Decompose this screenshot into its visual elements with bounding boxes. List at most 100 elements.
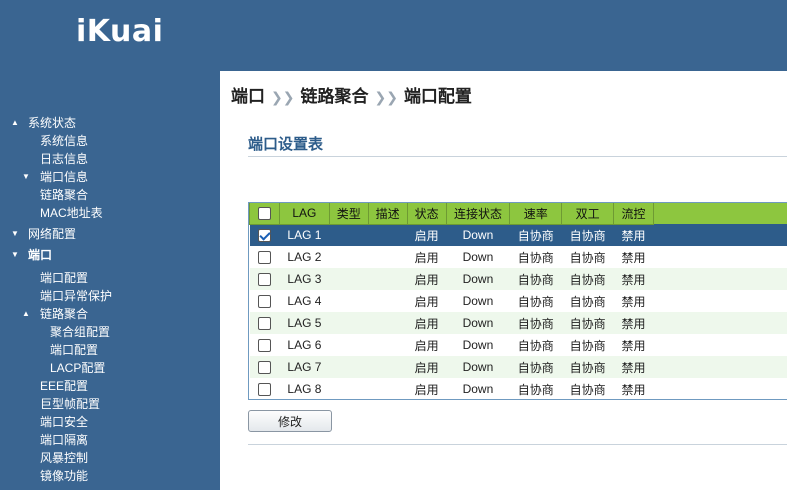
ikuai-logo: iKuai	[76, 14, 164, 49]
section-title: 端口设置表	[248, 136, 324, 153]
cell-lag: LAG 7	[287, 360, 322, 374]
row-filler	[653, 334, 787, 356]
table-row[interactable]: LAG 2 启用 Down 自协商 自协商 禁用	[249, 246, 787, 268]
divider	[248, 156, 787, 157]
cell-lag: LAG 3	[287, 272, 322, 286]
row-checkbox[interactable]	[257, 361, 271, 375]
sidebar-item-15[interactable]: 巨型帧配置	[40, 395, 100, 413]
column-header-link-status: 连接状态	[445, 203, 511, 225]
cell-duplex: 自协商	[569, 338, 606, 353]
select-all-checkbox[interactable]	[257, 207, 271, 221]
row-filler	[653, 224, 787, 246]
row-select-cell[interactable]	[250, 268, 280, 290]
row-filler	[653, 246, 787, 268]
sidebar-item-6[interactable]: 网络配置	[28, 225, 76, 243]
sidebar-item-13[interactable]: LACP配置	[50, 359, 105, 377]
row-select-cell[interactable]	[250, 312, 280, 334]
table-row[interactable]: LAG 5 启用 Down 自协商 自协商 禁用	[249, 312, 787, 334]
sidebar-item-5[interactable]: MAC地址表	[40, 204, 103, 222]
cell-flow-control: 禁用	[621, 360, 646, 375]
cell-duplex: 自协商	[569, 272, 606, 287]
sidebar-item-7[interactable]: 端口	[28, 246, 52, 264]
breadcrumb-item-port[interactable]: 端口	[231, 87, 265, 106]
row-checkbox[interactable]	[257, 273, 271, 287]
cell-description	[368, 268, 407, 290]
row-select-cell[interactable]	[250, 224, 280, 246]
row-checkbox[interactable]	[257, 383, 271, 397]
select-all-header[interactable]	[249, 203, 280, 225]
row-select-cell[interactable]	[250, 356, 280, 378]
sidebar-item-3[interactable]: 端口信息	[40, 168, 88, 186]
sidebar-item-0[interactable]: 系统状态	[28, 114, 76, 132]
cell-speed: 自协商	[517, 316, 554, 331]
breadcrumb-item-link-aggregation[interactable]: 链路聚合	[300, 87, 368, 106]
top-bar: iKuai	[0, 0, 787, 71]
caret-down-icon: ▼	[11, 250, 19, 259]
breadcrumb-item-port-config: 端口配置	[403, 87, 472, 106]
cell-link-status: Down	[462, 316, 494, 330]
row-select-cell[interactable]	[250, 246, 280, 268]
row-select-cell[interactable]	[250, 334, 280, 356]
row-filler	[653, 378, 787, 399]
cell-duplex: 自协商	[569, 294, 606, 309]
row-select-cell[interactable]	[250, 290, 280, 312]
sidebar-item-17[interactable]: 端口隔离	[40, 431, 88, 449]
breadcrumb-separator-icon: ❯❯	[271, 89, 295, 105]
cell-speed: 自协商	[517, 338, 554, 353]
cell-description	[368, 224, 407, 246]
cell-flow-control: 禁用	[621, 338, 646, 353]
column-header-description: 描述	[367, 203, 408, 225]
sidebar: ▲ 系统状态 系统信息 日志信息 ▼ 端口信息 链路聚合 MAC地址表 ▼ 网络配置 ▼ 端口 端口配置…	[0, 71, 220, 490]
sidebar-item-10[interactable]: 链路聚合	[40, 305, 88, 323]
cell-flow-control: 禁用	[621, 250, 646, 265]
table-row[interactable]: LAG 6 启用 Down 自协商 自协商 禁用	[249, 334, 787, 356]
row-checkbox[interactable]	[257, 339, 271, 353]
cell-type	[329, 334, 368, 356]
row-checkbox[interactable]	[257, 251, 271, 265]
cell-type	[329, 290, 368, 312]
row-filler	[653, 268, 787, 290]
cell-description	[368, 334, 407, 356]
cell-status: 启用	[414, 228, 439, 243]
table-row[interactable]: LAG 4 启用 Down 自协商 自协商 禁用	[249, 290, 787, 312]
sidebar-item-16[interactable]: 端口安全	[40, 413, 88, 431]
cell-description	[368, 290, 407, 312]
row-filler	[653, 356, 787, 378]
sidebar-item-9[interactable]: 端口异常保护	[40, 287, 112, 305]
cell-speed: 自协商	[517, 272, 554, 287]
sidebar-item-18[interactable]: 风暴控制	[40, 449, 88, 467]
column-header-type: 类型	[328, 203, 369, 225]
breadcrumb-separator-icon: ❯❯	[374, 89, 398, 105]
table-row[interactable]: LAG 1 启用 Down 自协商 自协商 禁用	[249, 224, 787, 246]
sidebar-item-19[interactable]: 镜像功能	[40, 467, 88, 485]
table-header-row: LAG 类型 描述 状态 连接状态 速率 双工 流控	[249, 203, 787, 225]
sidebar-item-11[interactable]: 聚合组配置	[50, 323, 110, 341]
divider	[248, 444, 787, 445]
cell-link-status: Down	[462, 382, 494, 396]
cell-flow-control: 禁用	[621, 316, 646, 331]
row-select-cell[interactable]	[250, 378, 280, 399]
sidebar-item-12[interactable]: 端口配置	[50, 341, 98, 359]
column-header-lag: LAG	[278, 203, 330, 225]
column-header-speed: 速率	[509, 203, 563, 225]
sidebar-item-8[interactable]: 端口配置	[40, 269, 88, 287]
row-checkbox[interactable]	[257, 295, 271, 309]
sidebar-item-1[interactable]: 系统信息	[40, 132, 88, 150]
cell-link-status: Down	[462, 294, 494, 308]
row-checkbox[interactable]	[257, 229, 271, 243]
sidebar-item-14[interactable]: EEE配置	[40, 377, 88, 395]
cell-type	[329, 312, 368, 334]
sidebar-item-4[interactable]: 链路聚合	[40, 186, 88, 204]
sidebar-item-2[interactable]: 日志信息	[40, 150, 88, 168]
cell-speed: 自协商	[517, 360, 554, 375]
row-checkbox[interactable]	[257, 317, 271, 331]
cell-status: 启用	[414, 250, 439, 265]
table-row[interactable]: LAG 3 启用 Down 自协商 自协商 禁用	[249, 268, 787, 290]
cell-flow-control: 禁用	[621, 228, 646, 243]
table-row[interactable]: LAG 7 启用 Down 自协商 自协商 禁用	[249, 356, 787, 378]
table-row[interactable]: LAG 8 启用 Down 自协商 自协商 禁用	[249, 378, 787, 399]
cell-type	[329, 378, 368, 399]
row-filler	[653, 312, 787, 334]
modify-button[interactable]: 修改	[248, 410, 332, 432]
column-header-flow-control: 流控	[613, 203, 654, 225]
